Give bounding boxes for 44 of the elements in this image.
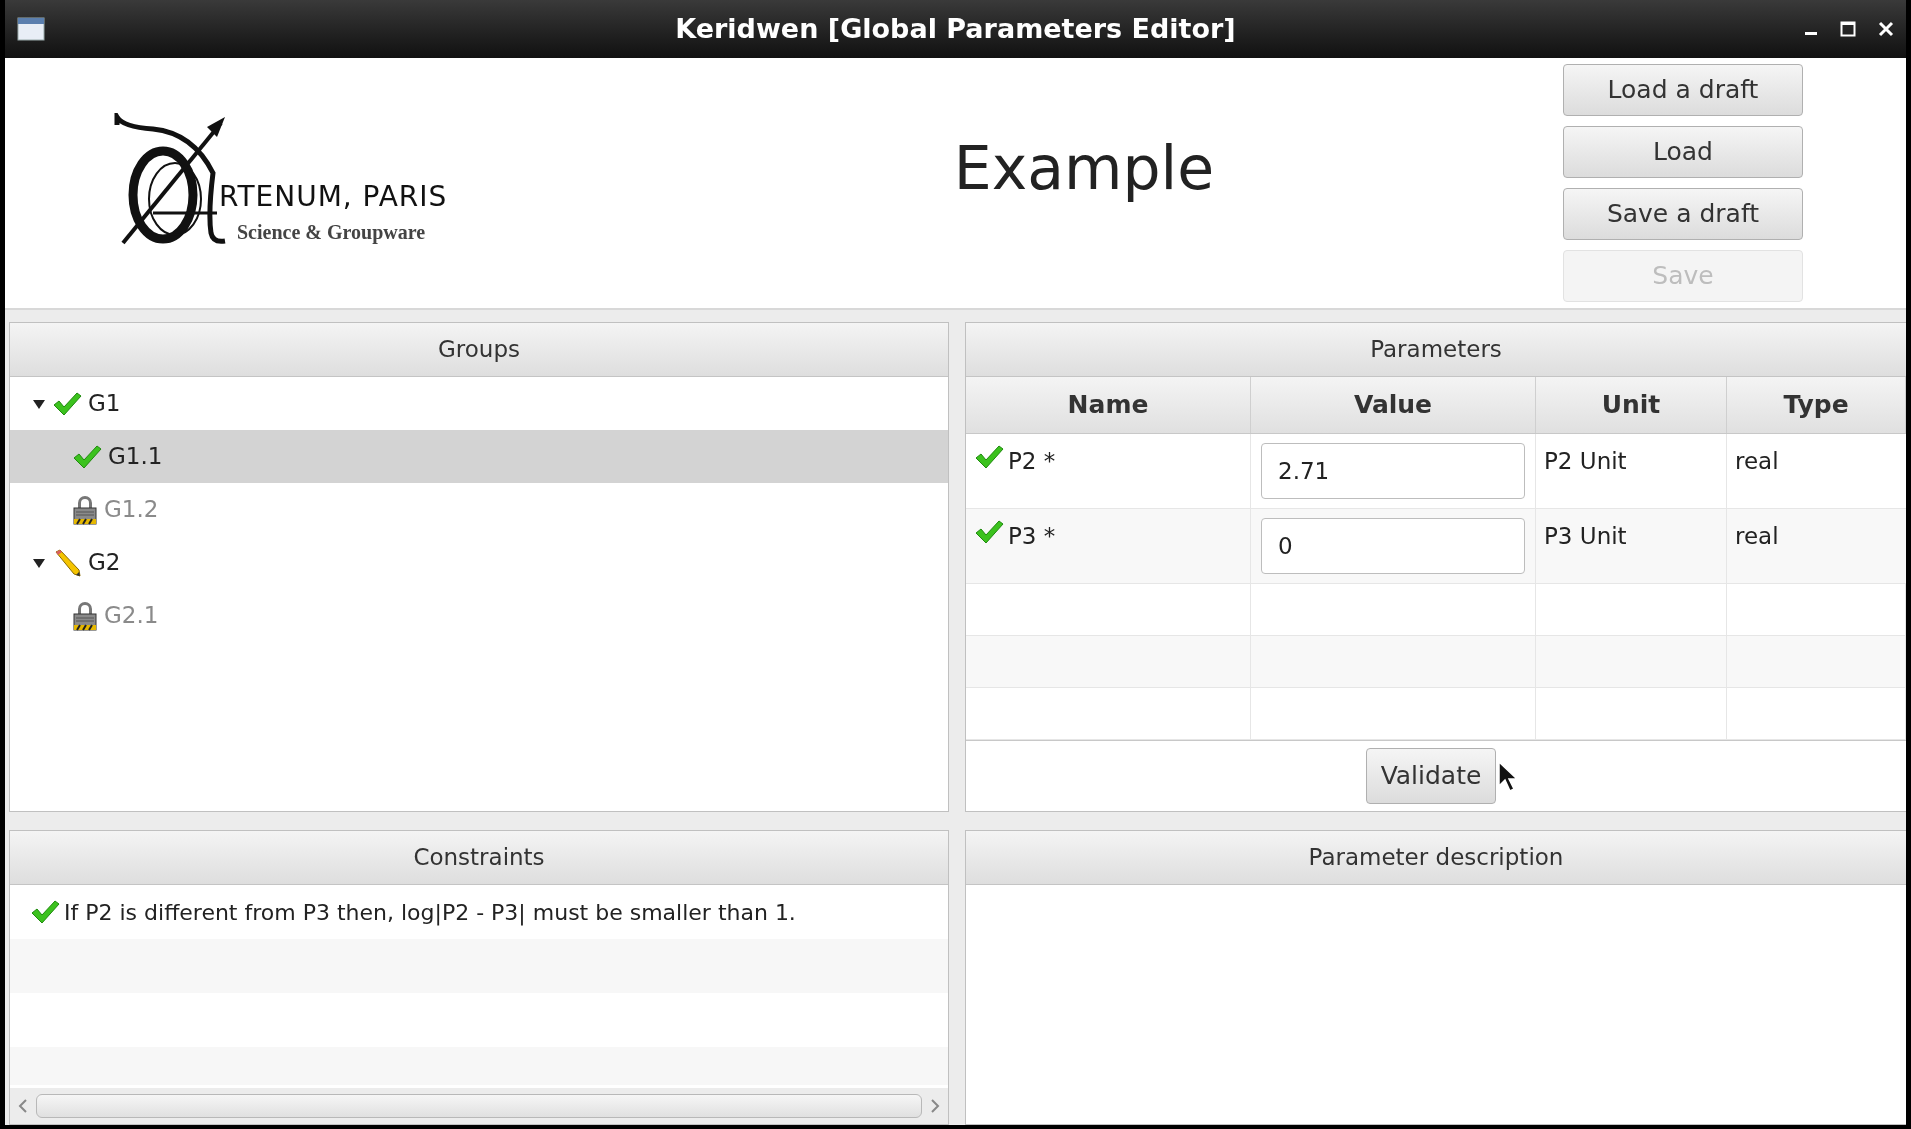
value-field[interactable]: 0 — [1261, 518, 1525, 574]
checkmark-icon — [974, 519, 1004, 545]
parameter-name: P2 * — [1008, 447, 1056, 476]
padlock-icon — [72, 600, 98, 631]
checkmark-icon — [52, 390, 82, 417]
horizontal-scrollbar[interactable] — [10, 1088, 948, 1124]
header-button[interactable]: Load a draft — [1563, 64, 1803, 116]
window-title: Keridwen [Global Parameters Editor] — [674, 11, 1237, 46]
page-title: Example — [953, 132, 1215, 205]
expand-arrow-icon[interactable] — [32, 556, 46, 569]
table-cell: P2 Unit — [1536, 434, 1727, 508]
parameter-name: P3 * — [1008, 522, 1056, 551]
scrollbar-thumb[interactable] — [36, 1094, 922, 1118]
validate-button[interactable]: Validate — [1365, 748, 1497, 804]
maximize-icon[interactable] — [1840, 21, 1856, 37]
tree-item[interactable]: G1.1 — [10, 430, 948, 483]
checkmark-icon — [30, 899, 60, 925]
panel-header: Parameters — [966, 323, 1906, 377]
header-button[interactable]: Load — [1563, 126, 1803, 178]
checkmark-icon — [974, 444, 1004, 470]
tree-item[interactable]: G2 — [10, 536, 948, 589]
tree-item[interactable]: G1 — [10, 377, 948, 430]
panel-header: Groups — [10, 323, 948, 377]
header-button[interactable]: Save a draft — [1563, 188, 1803, 240]
column-header[interactable]: Value — [1251, 377, 1536, 433]
window-icon — [17, 17, 45, 41]
scroll-right-icon[interactable] — [930, 1098, 940, 1114]
column-header[interactable]: Type — [1727, 377, 1906, 433]
panel-header: Constraints — [10, 831, 948, 885]
table-cell: P3 Unit — [1536, 509, 1727, 583]
scroll-left-icon[interactable] — [18, 1098, 28, 1114]
column-header[interactable]: Name — [966, 377, 1251, 433]
expand-arrow-icon[interactable] — [32, 397, 46, 410]
checkmark-icon — [72, 443, 102, 470]
table-cell-text: real — [1734, 447, 1780, 476]
column-header[interactable]: Unit — [1536, 377, 1727, 433]
logo-tagline: Science & Groupware — [237, 220, 427, 246]
constraint-text: If P2 is different from P3 then, log|P2 - P3| must be smaller than 1. — [64, 898, 796, 928]
panel-header: Parameter description — [966, 831, 1906, 885]
table-cell-text: real — [1734, 522, 1780, 551]
close-icon[interactable] — [1878, 21, 1894, 37]
value-field[interactable]: 2.71 — [1261, 443, 1525, 499]
logo-name: RTENUM, PARIS — [219, 183, 448, 211]
padlock-icon — [72, 494, 98, 525]
